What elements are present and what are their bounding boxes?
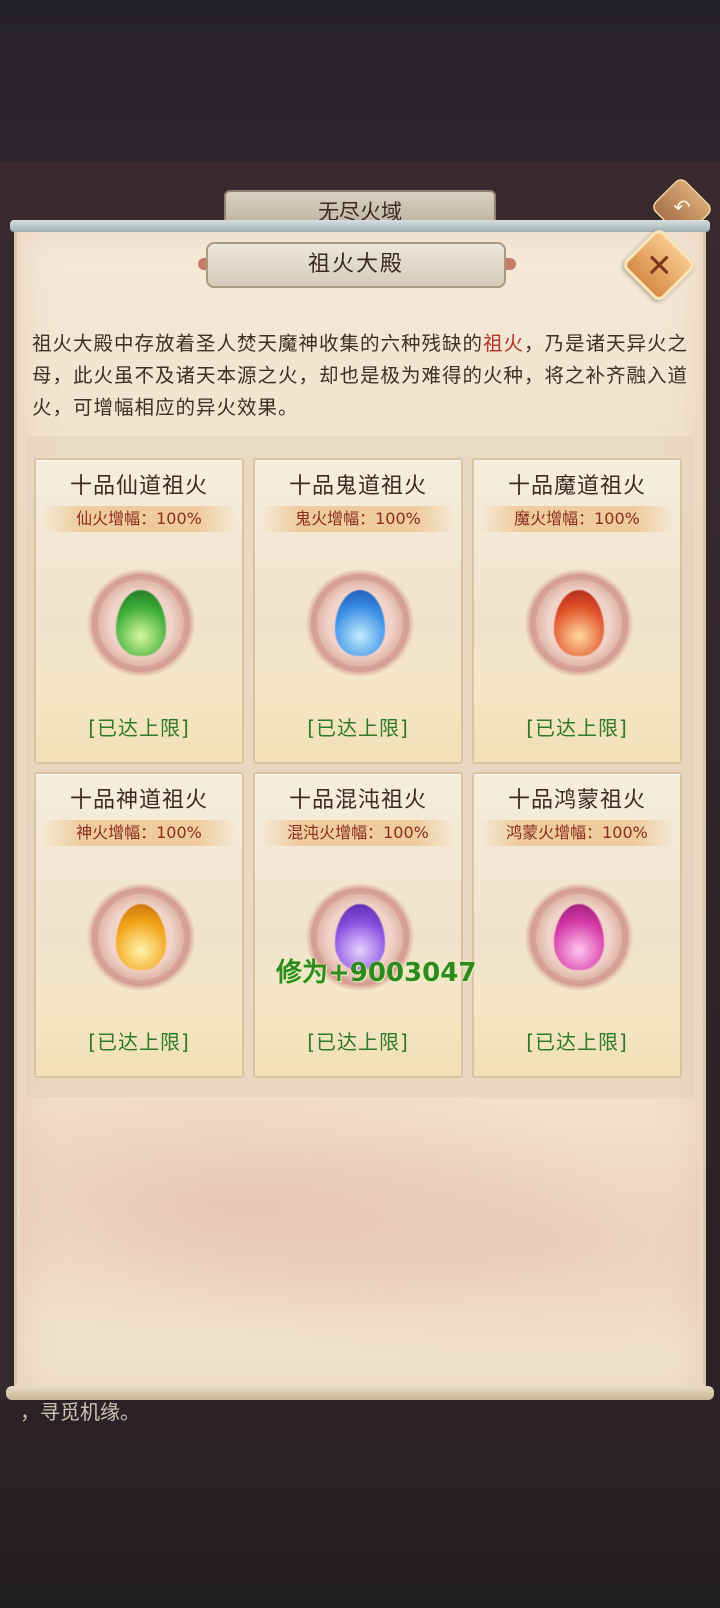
card-name: 十品神道祖火 [69, 788, 208, 813]
back-arrow-icon: ↶ [673, 196, 691, 220]
description-text-1: 祖火大殿中存放着圣人焚天魔神收集的六种残缺的 [32, 332, 484, 355]
panel-title: 祖火大殿 [206, 242, 506, 288]
card-bonus: 混沌火增幅：100% [261, 820, 455, 846]
scroll-top-rod [10, 220, 710, 232]
fire-card-hongmeng[interactable]: 十品鸿蒙祖火 鸿蒙火增幅：100% [已达上限] [472, 772, 682, 1078]
card-status: [已达上限] [307, 716, 409, 740]
cultivation-gain-popup: 修为+9003047 [276, 958, 477, 988]
panel-description: 祖火大殿中存放着圣人焚天魔神收集的六种残缺的祖火，乃是诸天异火之母，此火虽不及诸… [32, 328, 692, 424]
description-highlight: 祖火 [483, 332, 525, 355]
card-status: [已达上限] [307, 1030, 409, 1054]
card-status: [已达上限] [88, 716, 190, 740]
card-name: 十品鬼道祖火 [288, 474, 427, 499]
card-status: [已达上限] [526, 716, 628, 740]
fire-card-shendao[interactable]: 十品神道祖火 神火增幅：100% [已达上限] [34, 772, 244, 1078]
fire-card-guidao[interactable]: 十品鬼道祖火 鬼火增幅：100% [已达上限] [253, 458, 463, 764]
fire-card-xiandao[interactable]: 十品仙道祖火 仙火增幅：100% [已达上限] [34, 458, 244, 764]
card-status: [已达上限] [88, 1030, 190, 1054]
outer-footer-text: ，寻觅机缘。 [20, 1400, 140, 1424]
card-bonus: 魔火增幅：100% [480, 506, 674, 532]
red-flame-icon [524, 568, 634, 678]
green-flame-icon [86, 568, 196, 678]
card-bonus: 神火增幅：100% [42, 820, 236, 846]
cloud-decoration [20, 1100, 700, 1360]
top-backdrop [0, 0, 720, 162]
card-name: 十品鸿蒙祖火 [507, 788, 646, 813]
card-name: 十品混沌祖火 [288, 788, 427, 813]
fire-card-modao[interactable]: 十品魔道祖火 魔火增幅：100% [已达上限] [472, 458, 682, 764]
card-name: 十品仙道祖火 [69, 474, 208, 499]
close-x-icon: ✕ [645, 246, 673, 284]
blue-flame-icon [305, 568, 415, 678]
fire-card-hundun[interactable]: 十品混沌祖火 混沌火增幅：100% [已达上限] [253, 772, 463, 1078]
card-bonus: 鬼火增幅：100% [261, 506, 455, 532]
bottom-backdrop [0, 1446, 720, 1608]
magenta-flame-icon [524, 882, 634, 992]
scroll-bottom-rod [6, 1386, 714, 1400]
card-bonus: 鸿蒙火增幅：100% [480, 820, 674, 846]
yellow-flame-icon [86, 882, 196, 992]
card-bonus: 仙火增幅：100% [42, 506, 236, 532]
card-status: [已达上限] [526, 1030, 628, 1054]
card-name: 十品魔道祖火 [507, 474, 646, 499]
